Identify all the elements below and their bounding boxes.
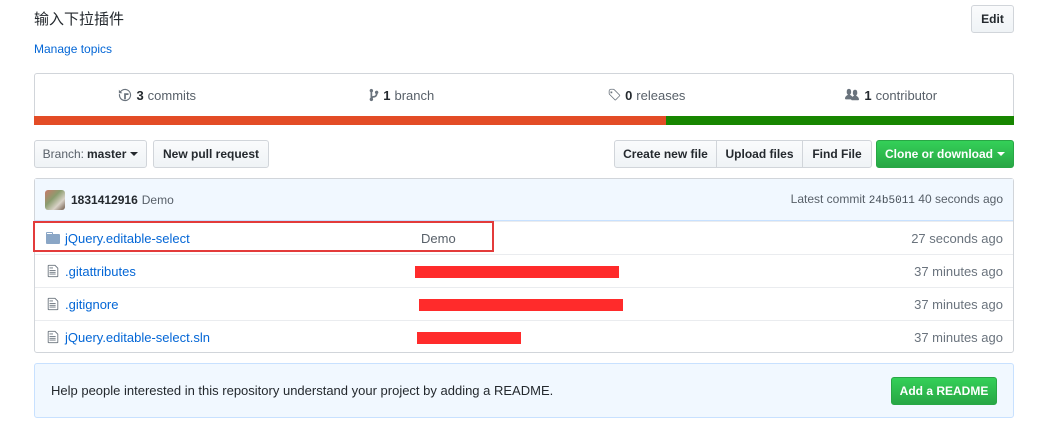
language-segment-secondary	[666, 116, 1014, 125]
repo-description: 输入下拉插件	[34, 10, 125, 28]
file-age: 37 minutes ago	[914, 329, 1003, 345]
file-icon	[45, 264, 61, 278]
branch-name: master	[87, 147, 127, 161]
file-age: 37 minutes ago	[914, 296, 1003, 312]
commit-author[interactable]: 1831412916	[71, 193, 138, 207]
commit-message[interactable]: Demo	[142, 193, 174, 207]
redaction-mark	[417, 332, 521, 344]
create-new-file-button[interactable]: Create new file	[614, 140, 717, 168]
edit-button[interactable]: Edit	[971, 5, 1014, 33]
latest-commit: Latest commit 24b5011 40 seconds ago	[791, 192, 1003, 207]
contributors-stat[interactable]: 1 contributor	[769, 88, 1014, 103]
folder-icon	[45, 232, 61, 244]
branch-prefix: Branch:	[42, 147, 84, 161]
file-commit-message[interactable]: Demo	[421, 231, 456, 246]
contributors-label: contributor	[875, 87, 938, 103]
tag-icon	[608, 88, 621, 101]
file-row[interactable]: jQuery.editable-select.sln 37 minutes ag…	[35, 320, 1013, 353]
releases-stat[interactable]: 0 releases	[524, 88, 769, 103]
upload-files-button[interactable]: Upload files	[716, 140, 803, 168]
file-age: 37 minutes ago	[914, 263, 1003, 279]
clone-label: Clone or download	[885, 147, 993, 161]
commit-tease: 1831412916 Demo Latest commit 24b5011 40…	[35, 179, 1013, 221]
branch-stat[interactable]: 1 branch	[280, 88, 525, 103]
language-bar[interactable]	[34, 116, 1014, 125]
repo-summary: 3 commits 1 branch 0 releases 1 contribu…	[34, 73, 1014, 125]
add-readme-button[interactable]: Add a README	[891, 377, 997, 405]
branch-select-button[interactable]: Branch: master	[34, 140, 147, 168]
file-navigation: Branch: master New pull request Create n…	[34, 140, 1014, 168]
branch-count: 1	[383, 87, 391, 103]
commits-label: commits	[147, 87, 197, 103]
file-actions-group: Create new file Upload files Find File	[614, 140, 872, 168]
commit-age: 40 seconds ago	[918, 192, 1003, 206]
file-row[interactable]: .gitattributes 37 minutes ago	[35, 254, 1013, 287]
find-file-button[interactable]: Find File	[802, 140, 872, 168]
caret-down-icon	[997, 152, 1005, 156]
history-icon	[119, 88, 132, 102]
contributors-count: 1	[864, 87, 872, 103]
file-icon	[45, 330, 61, 344]
commits-stat[interactable]: 3 commits	[35, 88, 280, 103]
git-branch-icon	[369, 88, 379, 102]
redaction-mark	[419, 299, 623, 311]
caret-down-icon	[130, 152, 139, 156]
file-name[interactable]: jQuery.editable-select	[65, 231, 190, 246]
readme-prompt-text: Help people interested in this repositor…	[51, 383, 554, 398]
latest-prefix: Latest commit	[790, 192, 866, 206]
clone-download-button[interactable]: Clone or download	[876, 140, 1014, 168]
language-segment-primary	[34, 116, 667, 125]
readme-prompt: Help people interested in this repositor…	[34, 363, 1014, 418]
releases-count: 0	[625, 87, 633, 103]
commits-count: 3	[136, 87, 144, 103]
avatar[interactable]	[45, 189, 65, 210]
branch-label: branch	[394, 87, 435, 103]
file-row[interactable]: jQuery.editable-select Demo 27 seconds a…	[35, 221, 1013, 254]
redaction-mark	[415, 266, 619, 278]
file-icon	[45, 297, 61, 311]
releases-label: releases	[636, 87, 686, 103]
file-list: 1831412916 Demo Latest commit 24b5011 40…	[34, 178, 1014, 353]
commit-sha[interactable]: 24b5011	[869, 195, 915, 207]
people-icon	[845, 88, 860, 101]
manage-topics-link[interactable]: Manage topics	[34, 42, 112, 56]
new-pull-request-button[interactable]: New pull request	[153, 140, 269, 168]
file-name[interactable]: jQuery.editable-select.sln	[65, 330, 210, 345]
file-row[interactable]: .gitignore 37 minutes ago	[35, 287, 1013, 320]
file-age: 27 seconds ago	[911, 230, 1003, 246]
file-name[interactable]: .gitattributes	[65, 264, 136, 279]
file-name[interactable]: .gitignore	[65, 297, 118, 312]
